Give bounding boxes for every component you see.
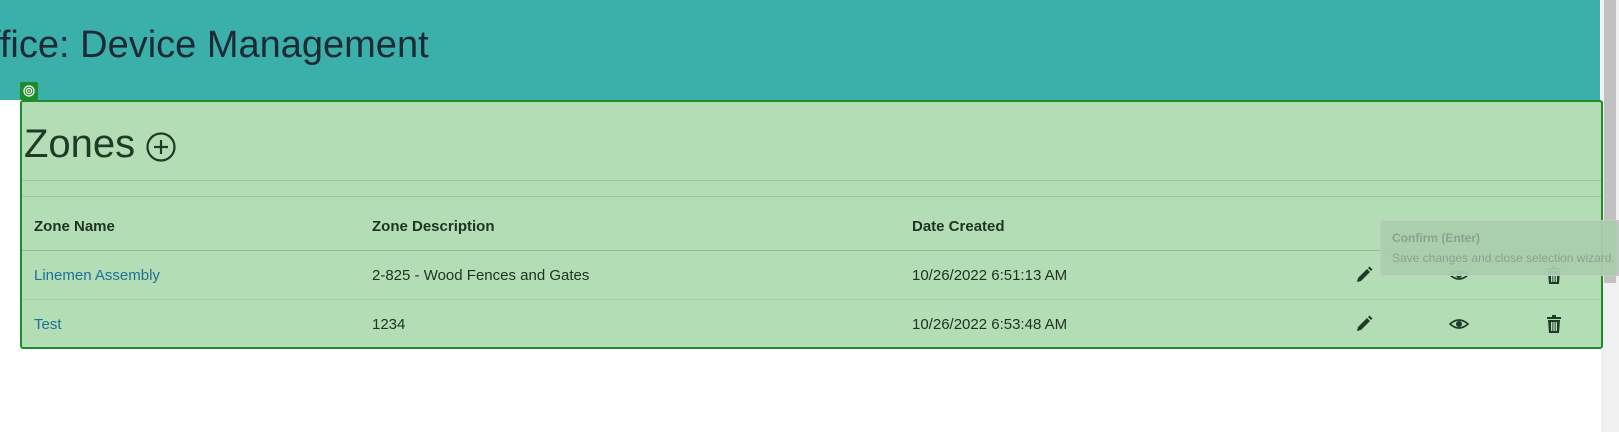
zone-name-link[interactable]: Test bbox=[34, 316, 62, 333]
confirm-tooltip: Confirm (Enter) Save changes and close s… bbox=[1380, 220, 1619, 276]
zone-name-cell: Test bbox=[22, 300, 360, 349]
selection-target-icon[interactable] bbox=[20, 82, 38, 100]
zone-description-cell: 2-825 - Wood Fences and Gates bbox=[360, 250, 900, 300]
table-row: Linemen Assembly 2-825 - Wood Fences and… bbox=[22, 250, 1601, 300]
divider bbox=[22, 196, 1601, 197]
trash-icon[interactable] bbox=[1544, 314, 1564, 334]
delete-cell bbox=[1506, 300, 1601, 349]
zones-heading: Zones bbox=[24, 122, 136, 166]
tooltip-title: Confirm (Enter) bbox=[1392, 231, 1480, 245]
zone-description-cell: 1234 bbox=[372, 315, 406, 333]
column-header-zone-description: Zone Description bbox=[360, 202, 900, 251]
page-title: ffice: Device Management bbox=[0, 24, 429, 66]
zones-table: Zone Name Zone Description Date Created … bbox=[22, 202, 1601, 348]
tooltip-body: Save changes and close selection wizard. bbox=[1392, 251, 1615, 265]
date-created-cell: 10/26/2022 6:53:48 AM bbox=[912, 315, 1068, 333]
pencil-icon[interactable] bbox=[1354, 265, 1374, 285]
table-row: Test 1234 10/26/2022 6:53:48 AM bbox=[22, 300, 1601, 349]
page-header: ffice: Device Management bbox=[0, 0, 1600, 100]
pencil-icon[interactable] bbox=[1354, 314, 1374, 334]
column-header-zone-name: Zone Name bbox=[22, 202, 360, 251]
vertical-scrollbar[interactable] bbox=[1601, 0, 1619, 432]
zones-title-row: Zones bbox=[24, 122, 177, 167]
zone-name-link[interactable]: Linemen Assembly bbox=[34, 267, 160, 284]
table-header-row: Zone Name Zone Description Date Created bbox=[22, 202, 1601, 251]
add-circle-icon[interactable] bbox=[145, 131, 177, 163]
zones-panel: Zones Zone Name Zone Description Date Cr… bbox=[20, 100, 1603, 349]
divider bbox=[22, 180, 1601, 181]
target-icon bbox=[23, 85, 35, 97]
zone-name-cell: Linemen Assembly bbox=[22, 250, 360, 300]
view-cell bbox=[1411, 300, 1506, 349]
date-created-cell: 10/26/2022 6:51:13 AM bbox=[900, 250, 1316, 300]
column-header-date-created: Date Created bbox=[900, 202, 1316, 251]
edit-cell bbox=[1316, 300, 1411, 349]
eye-icon[interactable] bbox=[1448, 314, 1469, 334]
